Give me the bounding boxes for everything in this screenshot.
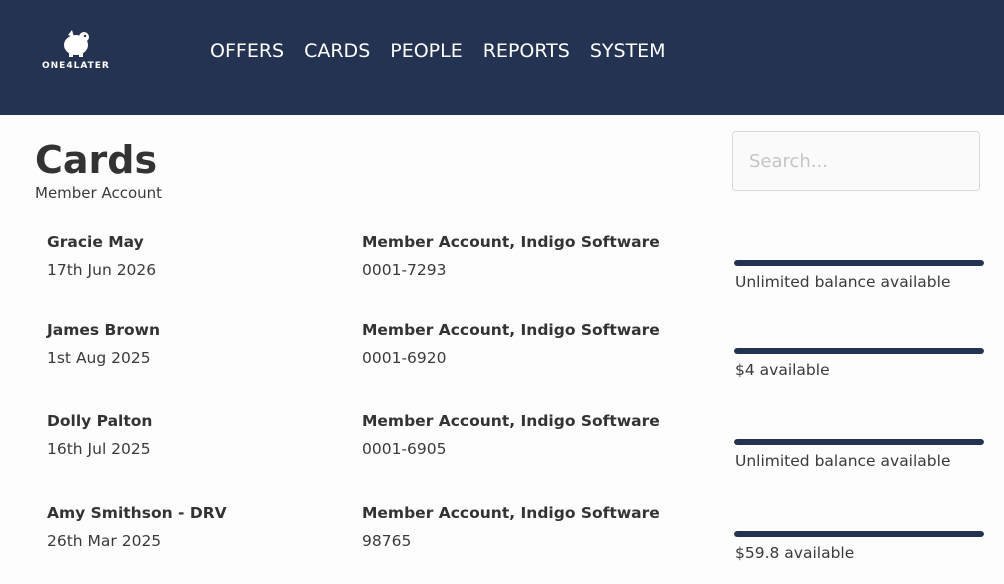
card-account: Member Account, Indigo Software [362,321,660,339]
card-holder-name: Dolly Palton [47,412,153,430]
nav-people[interactable]: PEOPLE [390,40,462,62]
main-nav: OFFERS CARDS PEOPLE REPORTS SYSTEM [200,40,676,62]
card-number: 0001-6920 [362,349,447,367]
card-account: Member Account, Indigo Software [362,412,660,430]
balance-bar [734,531,984,537]
card-holder-name: James Brown [47,321,160,339]
page-subtitle: Member Account [35,184,163,202]
card-holder-name: Gracie May [47,233,144,251]
balance-bar-fill [734,348,984,354]
card-date: 16th Jul 2025 [47,440,151,458]
card-number: 0001-7293 [362,261,447,279]
balance-text: Unlimited balance available [735,452,951,470]
balance-text: Unlimited balance available [735,273,951,291]
card-date: 17th Jun 2026 [47,261,157,279]
balance-text: $4 available [735,361,830,379]
balance-bar [734,260,984,266]
card-row[interactable]: Gracie May 17th Jun 2026 Member Account,… [0,233,1004,313]
nav-system[interactable]: SYSTEM [590,40,666,62]
balance-text: $59.8 available [735,544,855,562]
card-account: Member Account, Indigo Software [362,233,660,251]
card-date: 1st Aug 2025 [47,349,151,367]
card-holder-name: Amy Smithson - DRV [47,504,227,522]
top-navigation-bar: ONE4LATER OFFERS CARDS PEOPLE REPORTS SY… [0,0,1004,115]
card-number: 98765 [362,532,412,550]
card-row[interactable]: James Brown 1st Aug 2025 Member Account,… [0,321,1004,401]
brand-name: ONE4LATER [42,61,110,71]
brand-logo[interactable]: ONE4LATER [40,28,114,74]
nav-offers[interactable]: OFFERS [210,40,284,62]
nav-reports[interactable]: REPORTS [483,40,570,62]
balance-bar [734,439,984,445]
balance-bar-fill [734,531,984,537]
balance-bar-fill [734,260,984,266]
search-input[interactable] [732,131,980,191]
balance-bar [734,348,984,354]
card-account: Member Account, Indigo Software [362,504,660,522]
card-row[interactable]: Amy Smithson - DRV 26th Mar 2025 Member … [0,504,1004,584]
card-number: 0001-6905 [362,440,447,458]
balance-bar-fill [734,439,984,445]
piggy-bank-icon [64,30,89,57]
page-title: Cards [35,138,158,182]
card-row[interactable]: Dolly Palton 16th Jul 2025 Member Accoun… [0,412,1004,492]
card-date: 26th Mar 2025 [47,532,162,550]
nav-cards[interactable]: CARDS [304,40,370,62]
